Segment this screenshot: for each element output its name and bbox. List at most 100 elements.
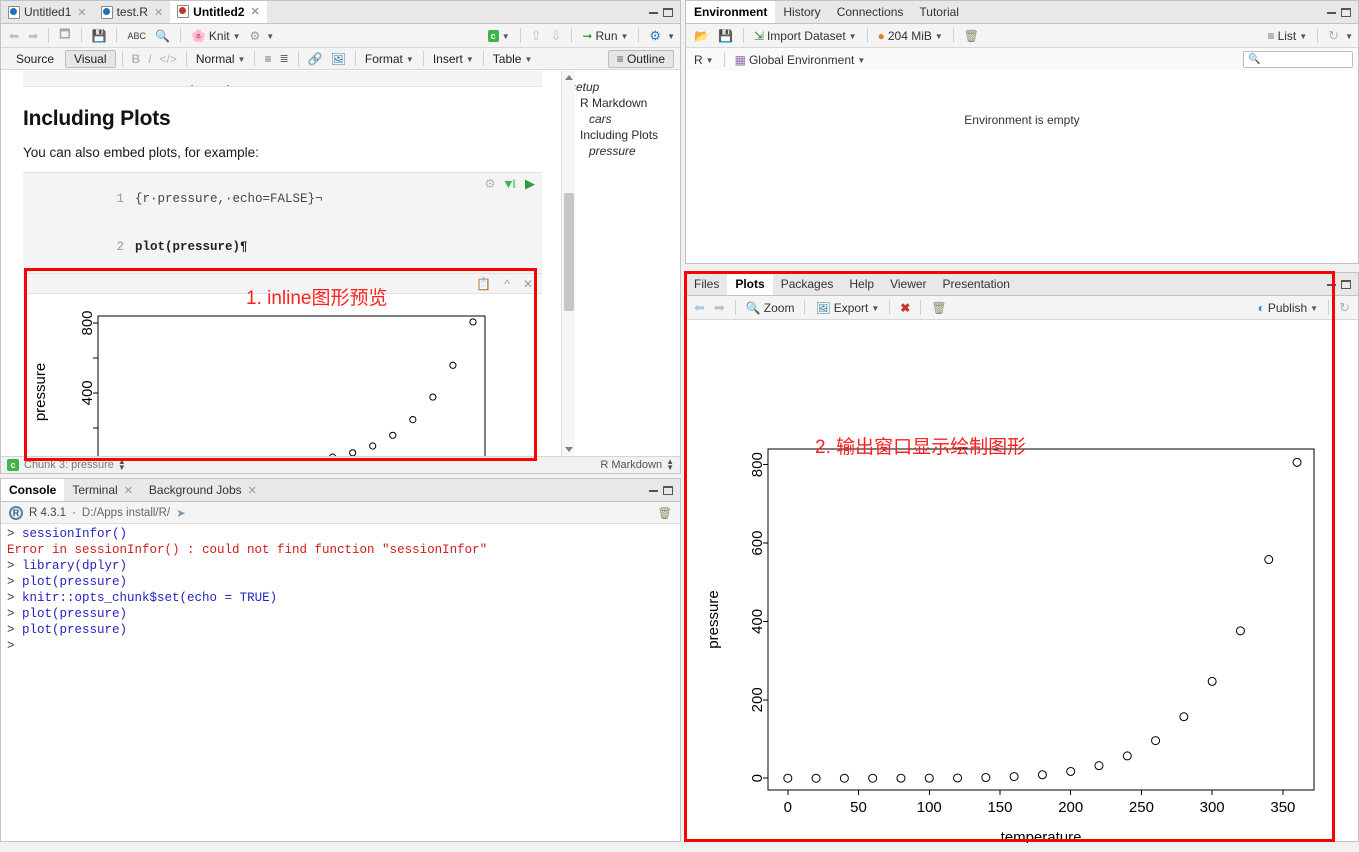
copy-output-icon[interactable]: 📋 (476, 277, 491, 291)
markdown-document[interactable]: 2 summary(cars) Including Plots You can a… (1, 71, 556, 456)
run-button[interactable]: ➞ Run ▼ (579, 28, 631, 44)
close-icon[interactable]: ✕ (124, 484, 133, 497)
scroll-thumb[interactable] (564, 193, 574, 311)
tab-tutorial[interactable]: Tutorial (911, 1, 967, 23)
clear-console-broom-icon[interactable]: 🗑 (657, 506, 672, 520)
open-folder-icon[interactable]: 📂 (691, 28, 712, 44)
code-chunk-cars[interactable]: 2 summary(cars) (23, 71, 542, 87)
outline-item-cars[interactable]: cars (570, 111, 666, 127)
chunk-location-label[interactable]: Chunk 3: pressure (24, 459, 114, 471)
tab-packages[interactable]: Packages (773, 273, 842, 295)
close-icon[interactable]: ✕ (251, 5, 260, 18)
tab-environment[interactable]: Environment (686, 1, 776, 23)
console-output[interactable]: > sessionInfor() Error in sessionInfor()… (1, 524, 680, 841)
tab-plots[interactable]: Plots (727, 273, 773, 295)
insert-chunk-button[interactable]: c ▼ (485, 29, 513, 43)
minimize-icon[interactable] (1327, 11, 1336, 14)
chevron-down-icon[interactable]: ▼ (1345, 32, 1353, 41)
maximize-icon[interactable] (1341, 7, 1351, 17)
chevron-down-icon[interactable]: ▼ (233, 32, 241, 41)
tab-help[interactable]: Help (841, 273, 882, 295)
close-icon[interactable]: ✕ (77, 6, 86, 19)
remove-plot-icon[interactable]: ✖ (897, 300, 913, 316)
tab-history[interactable]: History (775, 1, 828, 23)
back-arrow-icon[interactable]: ⬅ (6, 28, 22, 44)
chevron-down-icon[interactable]: ▼ (406, 55, 414, 64)
chevron-down-icon[interactable]: ▼ (849, 32, 857, 41)
maximize-icon[interactable] (1341, 279, 1351, 289)
collapse-output-icon[interactable]: ^ (504, 277, 510, 291)
source-tab-untitled2[interactable]: Untitled2 ✕ (170, 1, 267, 23)
maximize-icon[interactable] (663, 485, 673, 495)
insert-menu[interactable]: Insert ▼ (430, 51, 477, 67)
close-icon[interactable]: ✕ (248, 484, 257, 497)
view-mode-menu[interactable]: ≡ List ▼ (1265, 28, 1311, 44)
chunk-settings-gear-icon[interactable]: ⚙ (484, 176, 495, 192)
close-icon[interactable]: ✕ (154, 6, 163, 19)
table-menu[interactable]: Table ▼ (490, 51, 536, 67)
chevron-down-icon[interactable]: ▼ (621, 32, 629, 41)
chevron-down-icon[interactable]: ▼ (1299, 32, 1307, 41)
forward-arrow-icon[interactable]: ➡ (25, 28, 41, 44)
minimize-icon[interactable] (649, 11, 658, 14)
outline-item-pressure[interactable]: pressure (564, 143, 666, 159)
import-dataset-menu[interactable]: ⇲ Import Dataset ▼ (751, 28, 860, 44)
italic-button[interactable]: I (145, 51, 154, 67)
run-chunk-play-icon[interactable]: ▶ (525, 177, 535, 192)
export-menu[interactable]: 🖼 Export ▼ (812, 300, 882, 316)
back-arrow-icon[interactable]: ⬅ (691, 299, 708, 317)
code-button[interactable]: </> (157, 51, 180, 67)
chevron-down-icon[interactable]: ▼ (238, 55, 246, 64)
clear-environment-broom-icon[interactable]: 🗑 (961, 28, 982, 44)
refresh-icon[interactable]: ↻ (1325, 27, 1342, 45)
bold-button[interactable]: B (129, 51, 144, 67)
popout-icon[interactable]: 🗖 (56, 24, 73, 47)
chevron-down-icon[interactable]: ▼ (857, 56, 865, 65)
console-prompt-active[interactable]: > (7, 639, 15, 653)
maximize-icon[interactable] (663, 7, 673, 17)
outline-item-r-markdown[interactable]: R Markdown (570, 95, 666, 111)
bullet-list-icon[interactable]: ≡ (261, 51, 274, 67)
chevron-down-icon[interactable]: ▼ (667, 32, 675, 41)
chevron-down-icon[interactable]: ▼ (524, 55, 532, 64)
chevron-down-icon[interactable]: ▼ (466, 55, 474, 64)
outline-item-setup[interactable]: setup (570, 79, 666, 95)
save-icon[interactable]: 💾 (715, 28, 736, 44)
language-selector[interactable]: R ▼ (691, 52, 717, 68)
knit-button[interactable]: 🌸 Knit ▼ (188, 28, 244, 44)
zoom-button[interactable]: 🔍 Zoom (743, 300, 798, 316)
scroll-up-arrow-icon[interactable] (565, 75, 573, 80)
tab-presentation[interactable]: Presentation (935, 273, 1018, 295)
rerun-icon[interactable]: ⚙ (646, 27, 664, 45)
source-tab-testr[interactable]: test.R ✕ (94, 1, 171, 23)
source-editor-body[interactable]: 2 summary(cars) Including Plots You can a… (1, 71, 680, 456)
tab-connections[interactable]: Connections (829, 1, 912, 23)
chunk-stepper-icon[interactable]: ▲ ▼ (118, 458, 126, 472)
source-tab-untitled1[interactable]: Untitled1 ✕ (1, 1, 94, 23)
open-directory-icon[interactable]: ➤ (176, 506, 186, 520)
format-menu[interactable]: Format ▼ (362, 51, 417, 67)
tab-background-jobs[interactable]: Background Jobs ✕ (141, 479, 265, 501)
doctype-stepper-icon[interactable]: ▲ ▼ (666, 458, 674, 472)
search-input[interactable] (1260, 52, 1348, 67)
tab-files[interactable]: Files (686, 273, 727, 295)
document-outline-panel[interactable]: setup R Markdown cars Including Plots pr… (561, 71, 666, 456)
environment-search-box[interactable]: 🔍 (1243, 51, 1353, 68)
chevron-down-icon[interactable]: ▼ (266, 32, 274, 41)
scroll-down-arrow-icon[interactable] (565, 447, 573, 452)
chunk-up-icon[interactable]: ⇧ (528, 27, 545, 45)
outline-item-including-plots[interactable]: Including Plots (570, 127, 666, 143)
refresh-icon[interactable]: ↻ (1336, 299, 1353, 317)
run-all-above-icon[interactable]: ▼‖ (505, 176, 516, 192)
tab-viewer[interactable]: Viewer (882, 273, 934, 295)
chevron-down-icon[interactable]: ▼ (502, 32, 510, 41)
tab-console[interactable]: Console (1, 479, 65, 501)
working-directory-label[interactable]: D:/Apps install/R/ (82, 507, 170, 519)
document-type-label[interactable]: R Markdown (600, 459, 662, 471)
chevron-down-icon[interactable]: ▼ (706, 56, 714, 65)
tab-terminal[interactable]: Terminal ✕ (64, 479, 141, 501)
publish-menu[interactable]: ◐ Publish ▼ (1255, 300, 1322, 316)
source-vertical-scrollbar[interactable] (561, 71, 575, 456)
minimize-icon[interactable] (649, 489, 658, 492)
chevron-down-icon[interactable]: ▼ (935, 32, 943, 41)
